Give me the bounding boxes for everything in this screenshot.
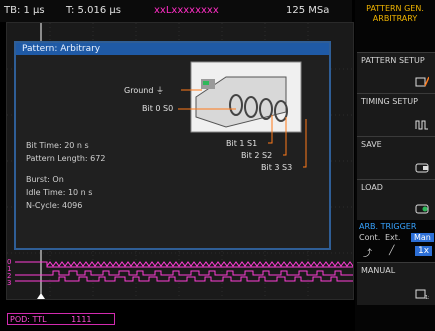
edge-icon: ╱ bbox=[389, 246, 395, 256]
bit1-label: Bit 1 S1 bbox=[226, 139, 258, 148]
pattern-length-text: Pattern Length: 672 bbox=[26, 154, 106, 163]
pod-label: POD: TTL bbox=[10, 315, 47, 324]
pattern-setup-icon bbox=[415, 76, 429, 87]
manual-trigger-button[interactable]: MANUAL 1x bbox=[357, 262, 435, 305]
load-button[interactable]: LOAD bbox=[357, 179, 435, 220]
svg-text:1x: 1x bbox=[425, 295, 429, 300]
status-bar: TB: 1 µs T: 5.016 µs xxLxxxxxxxx 125 MSa bbox=[0, 0, 352, 22]
trigger-time-readout: T: 5.016 µs bbox=[66, 5, 121, 16]
burst-text: Burst: On bbox=[26, 175, 64, 184]
save-icon bbox=[415, 163, 429, 173]
timing-setup-button[interactable]: TIMING SETUP bbox=[357, 93, 435, 136]
load-icon bbox=[415, 204, 429, 214]
pattern-dialog: Pattern: Arbitrary Ground ⏚ Bit 0 S0 Bit… bbox=[14, 41, 331, 250]
waveform-2 bbox=[15, 270, 353, 276]
continuous-icon: ⤴ bbox=[363, 249, 373, 259]
waveform-3 bbox=[15, 276, 353, 282]
n-cycle-text: N-Cycle: 4096 bbox=[26, 201, 83, 210]
timebase-readout: TB: 1 µs bbox=[4, 5, 45, 16]
softkey-menu: PATTERN GEN. ARBITRARY PATTERN SETUP TIM… bbox=[355, 0, 435, 331]
save-button[interactable]: SAVE bbox=[357, 136, 435, 179]
pod-status[interactable]: POD: TTL 1111 bbox=[7, 313, 115, 325]
menu-title: PATTERN GEN. ARBITRARY bbox=[355, 0, 435, 52]
manual-trigger-icon: 1x bbox=[415, 289, 429, 300]
waveform-1 bbox=[46, 261, 353, 267]
pattern-setup-label: PATTERN SETUP bbox=[361, 56, 425, 65]
menu-title-line1: PATTERN GEN. bbox=[366, 4, 424, 13]
arb-trigger-manual-option[interactable]: Man bbox=[411, 233, 434, 242]
load-label: LOAD bbox=[361, 183, 383, 192]
arb-trigger-group: ARB. TRIGGER Cont. Ext. Man ⤴ ╱ 1x bbox=[357, 220, 435, 260]
scope-screen[interactable]: Pattern: Arbitrary Ground ⏚ Bit 0 S0 Bit… bbox=[6, 22, 354, 300]
menu-title-line2: ARBITRARY bbox=[372, 14, 418, 23]
arb-trigger-title: ARB. TRIGGER bbox=[359, 222, 417, 231]
ground-label: Ground ⏚ bbox=[124, 86, 164, 95]
timing-icon bbox=[415, 120, 428, 130]
save-label: SAVE bbox=[361, 140, 382, 149]
pod-bits-indicator: 1111 bbox=[71, 315, 92, 324]
bit-time-text: Bit Time: 20 n s bbox=[26, 141, 89, 150]
bit0-label: Bit 0 S0 bbox=[142, 104, 174, 113]
timing-setup-label: TIMING SETUP bbox=[361, 97, 418, 106]
digital-waveforms bbox=[15, 261, 353, 282]
pattern-setup-button[interactable]: PATTERN SETUP bbox=[357, 52, 435, 93]
arb-trigger-ext-option[interactable]: Ext. bbox=[385, 233, 400, 242]
idle-time-text: Idle Time: 10 n s bbox=[26, 188, 93, 197]
sample-rate-readout: 125 MSa bbox=[286, 5, 330, 16]
manual-label: MANUAL bbox=[361, 266, 396, 275]
trigger-source-readout: xxLxxxxxxxx bbox=[154, 5, 219, 16]
bit2-label: Bit 2 S2 bbox=[241, 151, 273, 160]
bit3-label: Bit 3 S3 bbox=[261, 163, 293, 172]
arb-trigger-cont-option[interactable]: Cont. bbox=[359, 233, 380, 242]
trigger-arrow-icon bbox=[37, 293, 45, 299]
single-shot-icon: 1x bbox=[415, 246, 433, 256]
